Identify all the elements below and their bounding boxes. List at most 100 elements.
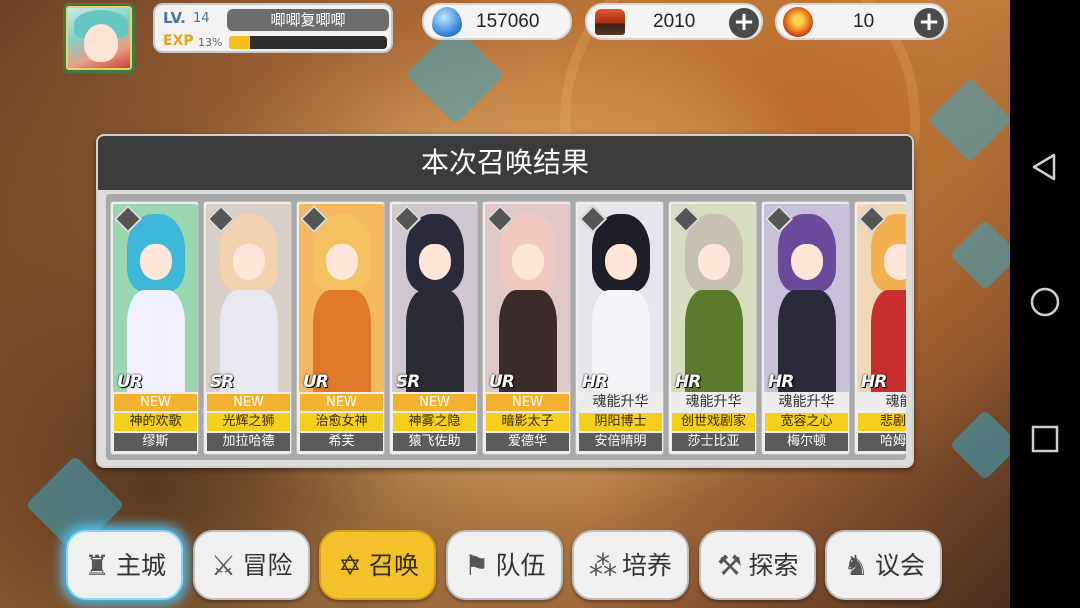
hero-portrait: UR [113, 204, 198, 392]
result-card-list[interactable]: UR NEW 神的欢歌 缪斯 SR NEW 光辉之狮 加拉哈德 UR NEW 治… [106, 194, 906, 460]
nav-button-team[interactable]: ⚑ 队伍 [445, 530, 563, 600]
hero-card[interactable]: UR NEW 暗影太子 爱德华 [482, 201, 571, 455]
card-status-tag: NEW [207, 394, 290, 411]
nav-label: 召唤 [369, 551, 420, 580]
portrait-face [605, 244, 637, 280]
exp-label: EXP [163, 33, 194, 49]
exp-percent: 13% [198, 36, 223, 49]
nav-label: 主城 [116, 551, 167, 580]
hero-portrait: HR [578, 204, 663, 392]
hero-title: 治愈女神 [300, 413, 383, 431]
panel-title: 本次召唤结果 [420, 146, 589, 179]
hero-title: 神的欢歌 [114, 413, 197, 431]
hero-title: 神雾之隐 [393, 413, 476, 431]
game-screen: LV. 14 唧唧复唧唧 EXP 13% 157060 2010 + 10 + … [0, 0, 1010, 608]
nav-button-council[interactable]: ♞ 议会 [825, 530, 942, 600]
hero-card[interactable]: UR NEW 神的欢歌 缪斯 [110, 201, 199, 455]
nav-label: 培养 [622, 551, 673, 580]
team-flag-icon: ⚑ [463, 549, 490, 582]
hero-title: 暗影太子 [486, 413, 569, 431]
back-icon[interactable] [1030, 152, 1060, 182]
hero-card[interactable]: HR 魂能升华 阴阳博士 安倍晴明 [575, 201, 664, 455]
nav-button-summon[interactable]: ✡ 召唤 [319, 530, 436, 600]
player-profile-panel: LV. 14 唧唧复唧唧 EXP 13% [153, 3, 393, 53]
hero-title: 创世戏剧家 [672, 413, 755, 431]
hero-name: 哈姆雷 [858, 433, 906, 451]
hero-title: 阴阳博士 [579, 413, 662, 431]
portrait-face [512, 244, 544, 280]
player-name: 唧唧复唧唧 [227, 9, 389, 31]
hero-portrait: UR [485, 204, 570, 392]
hero-name: 加拉哈德 [207, 433, 290, 451]
hero-portrait: SR [206, 204, 291, 392]
resource-summon-orb: 10 + [775, 3, 948, 40]
card-status-tag: NEW [300, 394, 383, 411]
nav-label: 队伍 [495, 551, 546, 580]
player-avatar[interactable] [63, 3, 135, 73]
hero-title: 宽容之心 [765, 413, 848, 431]
level-value: 14 [193, 11, 210, 26]
resource-summon-chest: 2010 + [585, 3, 763, 40]
hero-card[interactable]: UR NEW 治愈女神 希芙 [296, 201, 385, 455]
rarity-label: HR [582, 372, 608, 392]
card-status-tag: NEW [393, 394, 476, 411]
nav-label: 议会 [875, 551, 926, 580]
exp-progress-bar [229, 36, 387, 49]
nav-button-explore[interactable]: ⚒ 探索 [698, 530, 816, 600]
summon-chest-value: 2010 [653, 11, 696, 32]
resource-soul-crystal: 157060 [422, 3, 572, 40]
hero-portrait: HR [764, 204, 849, 392]
hero-name: 猿飞佐助 [393, 433, 476, 451]
hero-name: 梅尔顿 [765, 433, 848, 451]
portrait-face [233, 244, 265, 280]
rarity-label: SR [396, 372, 420, 392]
blue-gem-icon [432, 7, 462, 37]
pickaxe-icon: ⚒ [716, 549, 743, 582]
castle-icon: ♜ [84, 549, 110, 582]
card-status-tag: NEW [114, 394, 197, 411]
hexagram-icon: ✡ [338, 549, 362, 582]
background-ornament [405, 25, 505, 125]
hero-card[interactable]: HR 魂能升华 宽容之心 梅尔顿 [761, 201, 850, 455]
android-nav-bar [1010, 0, 1080, 608]
hero-card[interactable]: HR 魂能 悲剧复 哈姆雷 [854, 201, 906, 455]
treasure-chest-icon [595, 9, 625, 35]
portrait-face [419, 244, 451, 280]
hero-portrait: HR [857, 204, 906, 392]
nav-button-adventure[interactable]: ⚔ 冒险 [192, 530, 310, 600]
background-ornament [927, 77, 1010, 163]
card-status-tag: 魂能升华 [672, 394, 755, 411]
portrait-face [140, 244, 172, 280]
recent-apps-icon[interactable] [1030, 424, 1060, 454]
triple-circle-icon: ⁂ [589, 549, 617, 582]
card-status-tag: 魂能升华 [579, 394, 662, 411]
level-label: LV. [163, 9, 186, 27]
hero-card[interactable]: SR NEW 神雾之隐 猿飞佐助 [389, 201, 478, 455]
hero-portrait: UR [299, 204, 384, 392]
hero-portrait: SR [392, 204, 477, 392]
soul-crystal-value: 157060 [476, 11, 540, 32]
rarity-label: UR [117, 372, 143, 392]
fire-orb-icon [783, 7, 813, 37]
portrait-face [791, 244, 823, 280]
summon-orb-value: 10 [853, 11, 875, 32]
add-orb-button[interactable]: + [914, 8, 944, 38]
hero-card[interactable]: HR 魂能升华 创世戏剧家 莎士比亚 [668, 201, 757, 455]
card-status-tag: NEW [486, 394, 569, 411]
avatar-face [84, 24, 118, 62]
hero-card[interactable]: SR NEW 光辉之狮 加拉哈德 [203, 201, 292, 455]
home-circle-icon[interactable] [1030, 287, 1060, 317]
hero-title: 悲剧复 [858, 413, 906, 431]
crossed-swords-icon: ⚔ [210, 549, 237, 582]
rarity-label: UR [489, 372, 515, 392]
background-ornament [949, 219, 1010, 291]
hero-portrait: HR [671, 204, 756, 392]
nav-label: 探索 [748, 551, 799, 580]
rarity-label: UR [303, 372, 329, 392]
dragon-icon: ♞ [843, 549, 869, 582]
nav-button-home[interactable]: ♜ 主城 [66, 530, 183, 600]
add-chest-button[interactable]: + [729, 8, 759, 38]
nav-button-train[interactable]: ⁂ 培养 [572, 530, 689, 600]
rarity-label: SR [210, 372, 234, 392]
rarity-label: HR [675, 372, 701, 392]
